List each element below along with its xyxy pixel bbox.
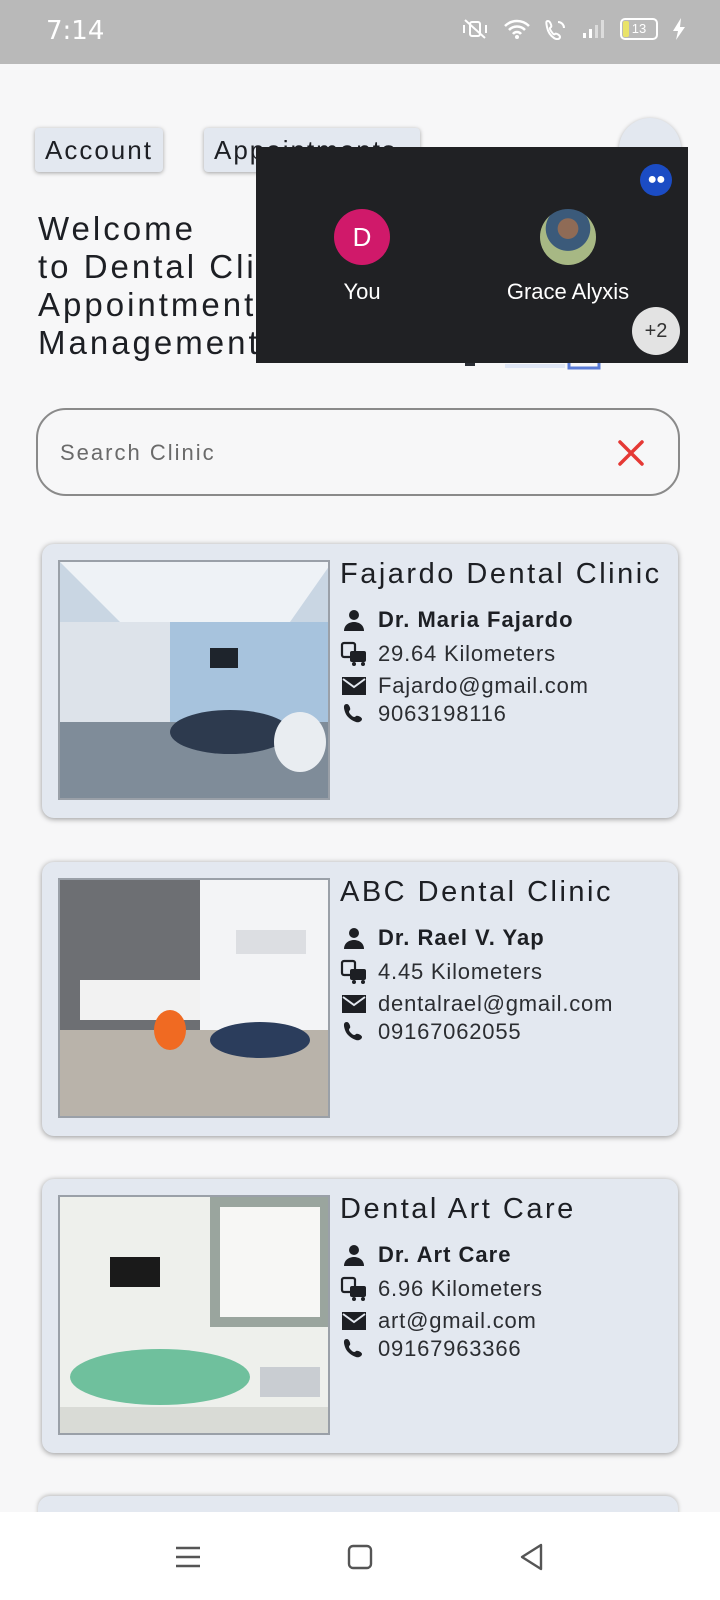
email-row: Fajardo@gmail.com — [340, 672, 589, 700]
person-icon — [340, 606, 368, 634]
wifi-call-icon — [545, 19, 565, 40]
distance-text: 29.64 Kilometers — [378, 641, 556, 666]
clinic-name: Fajardo Dental Clinic — [340, 558, 662, 590]
person-icon — [340, 1241, 368, 1269]
email-text: art@gmail.com — [378, 1308, 537, 1333]
phone-text: 09167062055 — [378, 1019, 522, 1044]
email-text: Fajardo@gmail.com — [378, 673, 589, 698]
email-icon — [340, 1307, 368, 1335]
commute-icon — [340, 640, 368, 668]
phone-row: 9063198116 — [340, 700, 507, 728]
distance-row: 6.96 Kilometers — [340, 1275, 543, 1303]
wifi-icon — [504, 19, 530, 39]
avatar — [540, 209, 596, 265]
doctor-name: Dr. Rael V. Yap — [378, 925, 545, 950]
doctor-row: Dr. Maria Fajardo — [340, 606, 574, 634]
battery-icon: 13 — [620, 18, 658, 40]
email-icon — [340, 672, 368, 700]
phone-icon — [340, 700, 368, 728]
phone-icon — [340, 1018, 368, 1046]
doctor-row: Dr. Art Care — [340, 1241, 511, 1269]
distance-row: 29.64 Kilometers — [340, 640, 556, 668]
status-icons: 13 — [460, 18, 686, 40]
clinic-card[interactable]: Dental Art Care Dr. Art Care 6.96 Kilome… — [42, 1179, 678, 1453]
doctor-row: Dr. Rael V. Yap — [340, 924, 545, 952]
clinic-name: ABC Dental Clinic — [340, 876, 613, 908]
clinic-photo — [58, 878, 330, 1118]
clear-icon[interactable] — [614, 436, 648, 470]
commute-icon — [340, 1275, 368, 1303]
mute-vibrate-icon — [463, 19, 487, 39]
distance-row: 4.45 Kilometers — [340, 958, 543, 986]
phone-row: 09167062055 — [340, 1018, 521, 1046]
clinic-photo — [58, 1195, 330, 1435]
more-options-icon[interactable]: ●● — [640, 164, 672, 196]
distance-text: 6.96 Kilometers — [378, 1276, 543, 1301]
search-input[interactable] — [58, 434, 582, 472]
phone-icon — [340, 1335, 368, 1363]
signal-icon — [583, 20, 604, 38]
charging-icon — [673, 18, 685, 40]
email-icon — [340, 990, 368, 1018]
clinic-name: Dental Art Care — [340, 1193, 576, 1225]
system-nav-bar — [0, 1512, 720, 1600]
doctor-name: Dr. Art Care — [378, 1242, 512, 1267]
avatar: D — [334, 209, 390, 265]
participant-grace: Grace Alyxis — [478, 209, 658, 305]
search-box — [36, 408, 680, 496]
participant-name: Grace Alyxis — [506, 279, 630, 304]
doctor-name: Dr. Maria Fajardo — [378, 607, 574, 632]
status-time: 7:14 — [46, 16, 105, 46]
email-text: dentalrael@gmail.com — [378, 991, 614, 1016]
recent-apps-icon[interactable] — [171, 1540, 205, 1574]
email-row: dentalrael@gmail.com — [340, 990, 613, 1018]
participant-name: You — [343, 279, 381, 304]
email-row: art@gmail.com — [340, 1307, 537, 1335]
phone-row: 09167963366 — [340, 1335, 521, 1363]
clinic-card[interactable]: Fajardo Dental Clinic Dr. Maria Fajardo … — [42, 544, 678, 818]
participant-you: D You — [272, 209, 452, 305]
clinic-card[interactable]: ABC Dental Clinic Dr. Rael V. Yap 4.45 K… — [42, 862, 678, 1136]
back-icon[interactable] — [515, 1540, 549, 1574]
phone-text: 09167963366 — [378, 1336, 522, 1361]
extra-participants-badge[interactable]: +2 — [632, 307, 680, 355]
commute-icon — [340, 958, 368, 986]
distance-text: 4.45 Kilometers — [378, 959, 543, 984]
clinic-photo — [58, 560, 330, 800]
phone-text: 9063198116 — [378, 701, 507, 726]
home-icon[interactable] — [343, 1540, 377, 1574]
account-tab[interactable]: Account — [35, 128, 163, 172]
person-icon — [340, 924, 368, 952]
status-bar: 7:14 13 — [0, 0, 720, 64]
video-call-overlay[interactable]: ●● D You Grace Alyxis +2 — [256, 147, 688, 363]
